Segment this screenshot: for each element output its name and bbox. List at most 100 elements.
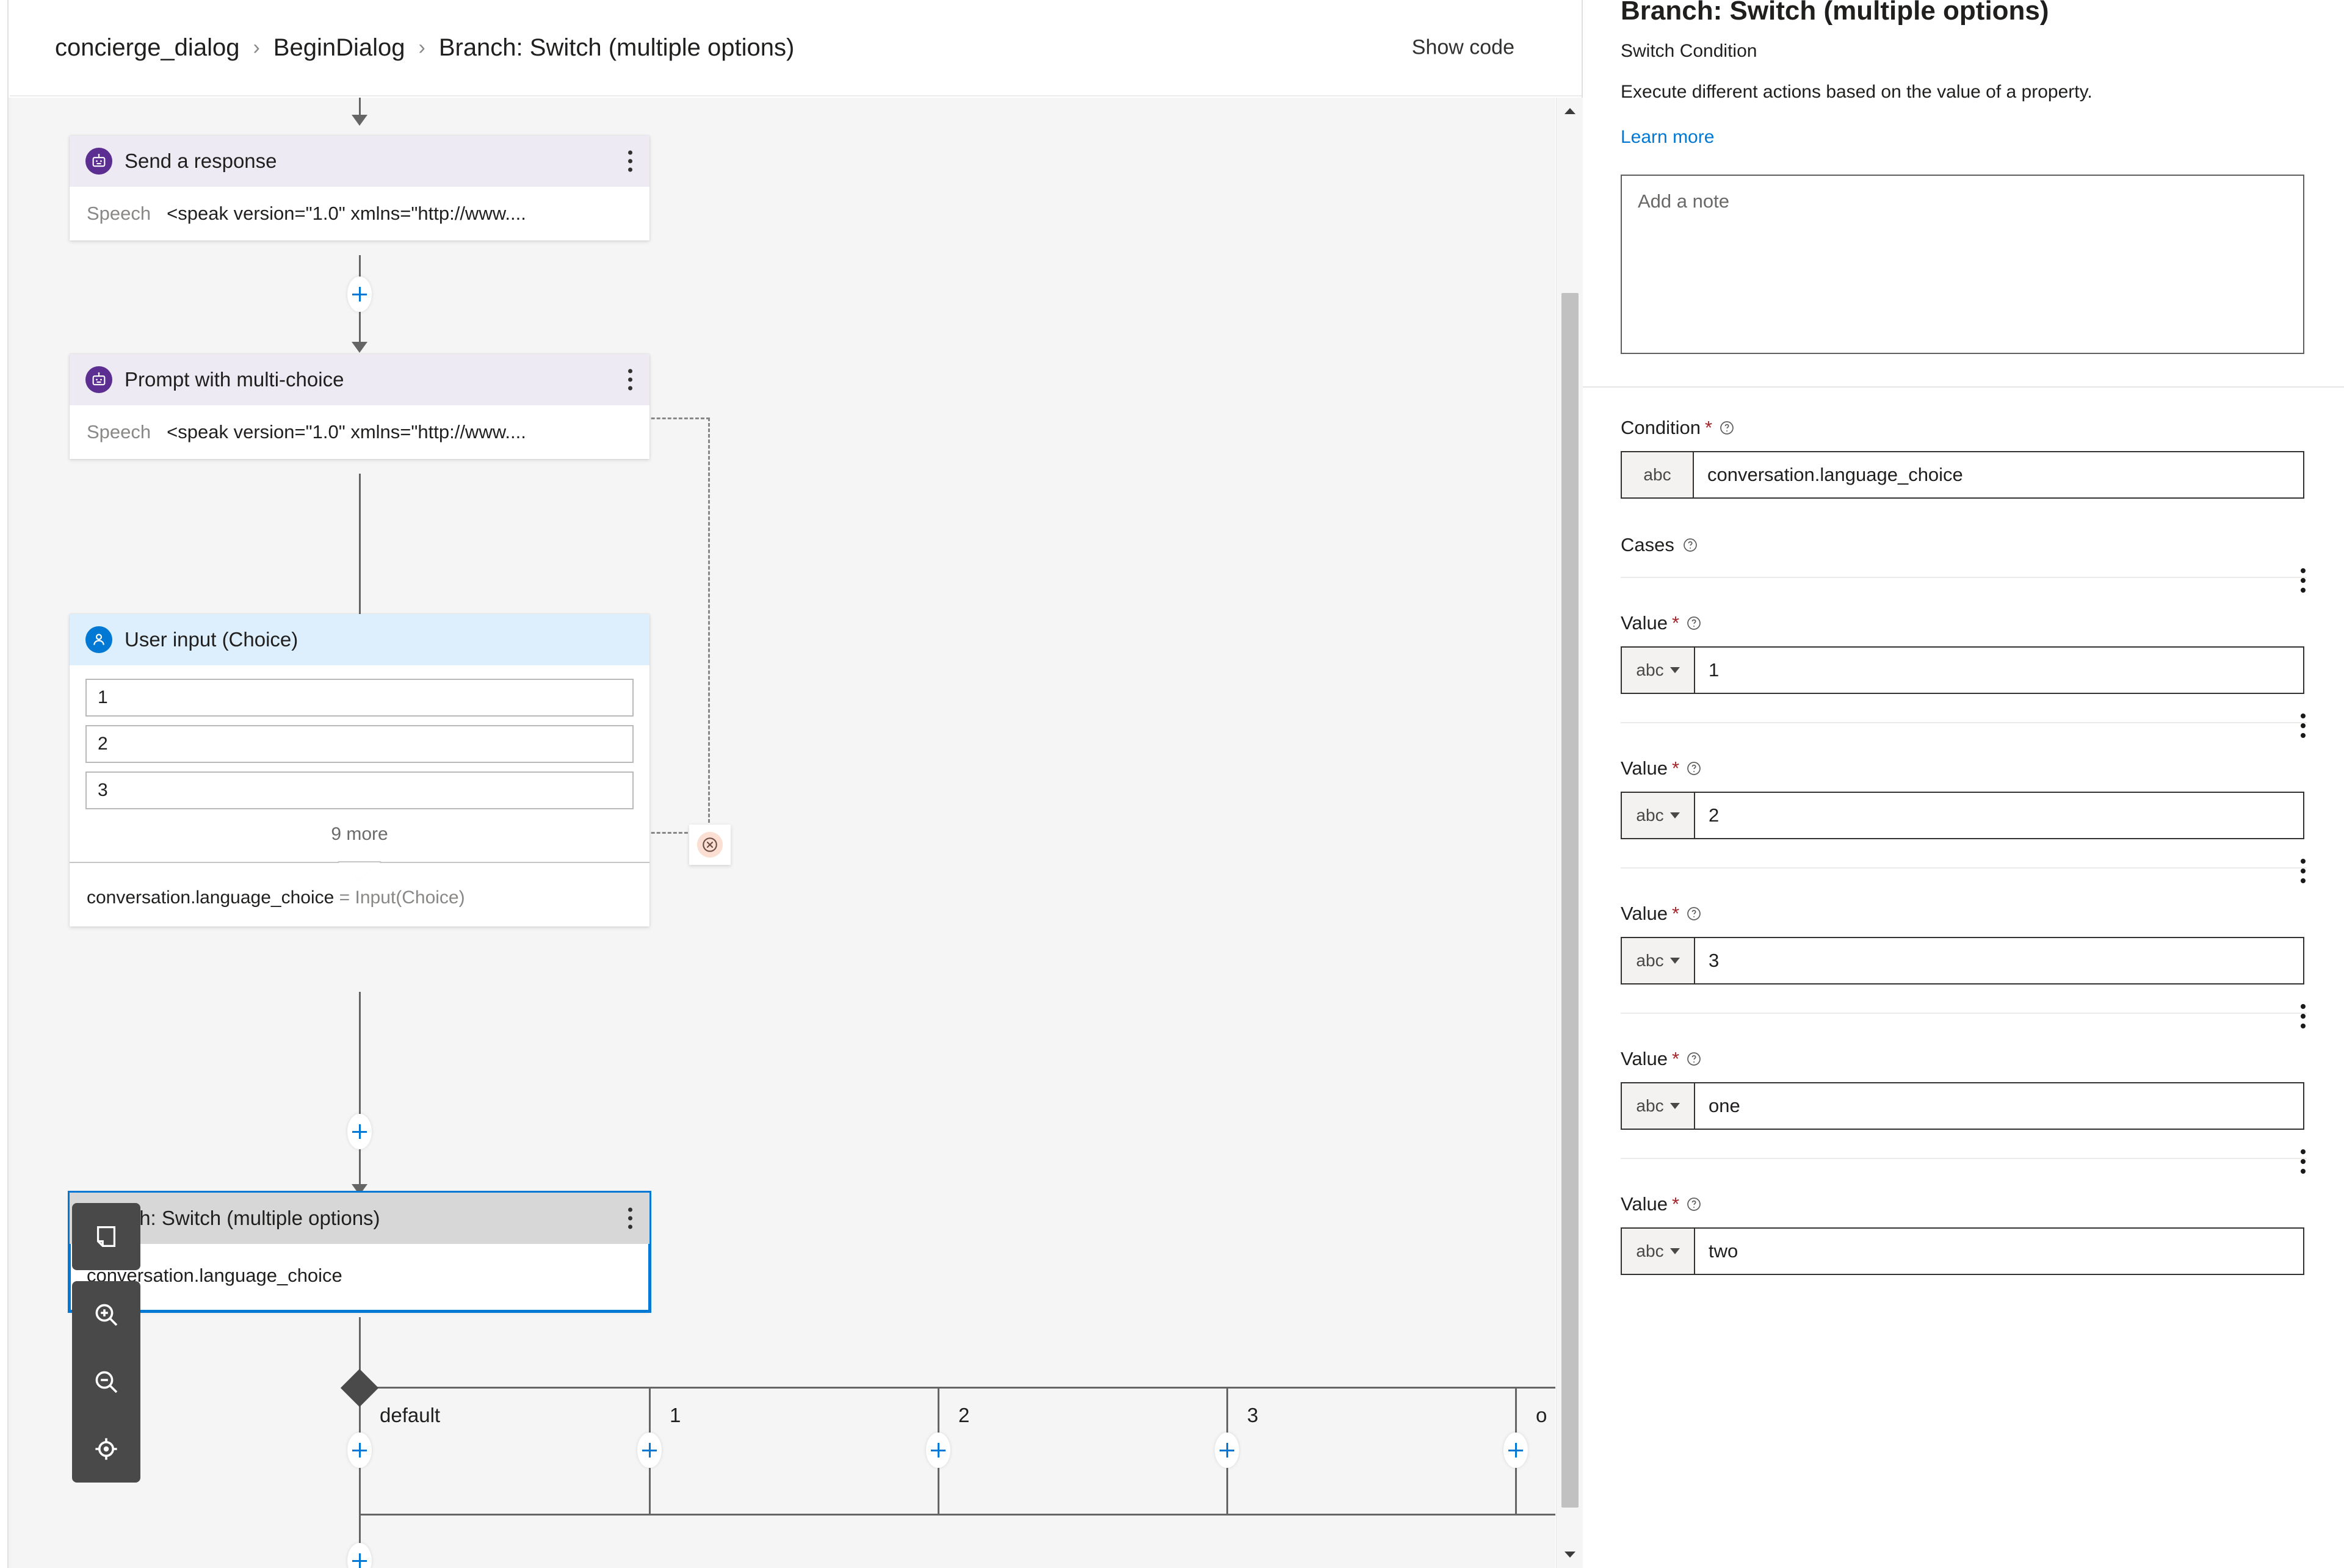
case-type-dropdown[interactable]: abc: [1622, 1228, 1695, 1274]
add-action-button[interactable]: [347, 276, 372, 312]
required-indicator: *: [1672, 1193, 1680, 1215]
help-icon[interactable]: [1686, 615, 1702, 631]
card-body-label: Speech: [87, 421, 151, 443]
learn-more-link[interactable]: Learn more: [1621, 127, 1714, 148]
action-card-branch-switch[interactable]: Branch: Switch (multiple options) conver…: [68, 1191, 651, 1313]
add-action-button-one[interactable]: [1503, 1433, 1528, 1468]
help-icon[interactable]: [1686, 1051, 1702, 1067]
help-icon[interactable]: [1686, 1196, 1702, 1212]
chevron-down-icon: [1669, 667, 1680, 673]
choice-option[interactable]: 3: [85, 771, 634, 809]
card-menu-icon[interactable]: [626, 369, 634, 391]
case-menu-icon[interactable]: [2299, 568, 2307, 593]
case-label: Value: [1621, 757, 1668, 779]
required-indicator: *: [1704, 417, 1713, 439]
add-action-button-3[interactable]: [1215, 1433, 1239, 1468]
case-type-dropdown[interactable]: abc: [1622, 938, 1695, 983]
canvas-toolbar: [72, 1203, 140, 1483]
action-card-prompt-with-multi-choice[interactable]: Prompt with multi-choice Speech <speak v…: [70, 354, 649, 459]
action-card-send-a-response[interactable]: Send a response Speech <speak version="1…: [70, 135, 649, 240]
edge-line: [359, 98, 361, 116]
case-menu-icon[interactable]: [2299, 1003, 2307, 1028]
choice-option[interactable]: 2: [85, 725, 634, 763]
user-input-icon: [85, 626, 112, 653]
help-icon[interactable]: [1719, 420, 1735, 436]
panel-divider: [1583, 386, 2344, 388]
fit-to-screen-icon: [96, 1226, 116, 1247]
case-label-row: Value *: [1621, 757, 2306, 779]
branch-label-1: 1: [670, 1404, 681, 1426]
scrollbar-thumb[interactable]: [1561, 293, 1579, 1508]
show-code-button[interactable]: Show code: [1412, 36, 1514, 60]
case-label: Value: [1621, 1193, 1668, 1215]
canvas-vertical-scrollbar[interactable]: [1556, 98, 1583, 1568]
edge-line: [359, 992, 361, 1196]
add-action-button[interactable]: [347, 1114, 372, 1149]
case-value-input[interactable]: [1695, 647, 2303, 693]
zoom-out-button[interactable]: [72, 1348, 140, 1415]
case-type-label: abc: [1636, 950, 1664, 970]
case-type-dropdown[interactable]: abc: [1622, 647, 1695, 693]
case-value-input[interactable]: [1695, 1228, 2303, 1274]
loop-indicator-badge[interactable]: [689, 825, 731, 865]
card-header: Branch: Switch (multiple options): [70, 1193, 649, 1244]
case-value-input[interactable]: [1695, 1083, 2303, 1129]
card-title: Prompt with multi-choice: [125, 368, 344, 391]
condition-field-group: Condition * abc: [1621, 417, 2306, 499]
panel-subtitle: Switch Condition: [1621, 40, 1757, 61]
reset-view-button[interactable]: [72, 1415, 140, 1483]
canvas-toolbar-group-zoom: [72, 1281, 140, 1483]
card-body: conversation.language_choice: [70, 1244, 649, 1311]
case-menu-icon[interactable]: [2299, 1149, 2307, 1174]
chevron-down-icon: [1669, 1102, 1680, 1109]
add-action-button-1[interactable]: [637, 1433, 662, 1468]
condition-type-indicator: abc: [1622, 452, 1694, 497]
add-action-button-2[interactable]: [926, 1433, 950, 1468]
card-menu-icon[interactable]: [626, 150, 634, 172]
case-label: Value: [1621, 612, 1668, 634]
breadcrumb-item-action[interactable]: Branch: Switch (multiple options): [439, 34, 794, 62]
card-menu-icon[interactable]: [626, 1207, 634, 1229]
card-header: Prompt with multi-choice: [70, 354, 649, 405]
case-menu-icon[interactable]: [2299, 858, 2307, 883]
case-type-dropdown[interactable]: abc: [1622, 792, 1695, 838]
left-rail: [0, 0, 9, 1568]
card-header: Send a response: [70, 135, 649, 187]
condition-input[interactable]: [1694, 452, 2303, 497]
case-label-row: Value *: [1621, 1193, 2306, 1215]
note-textarea[interactable]: [1621, 174, 2304, 354]
panel-title: Branch: Switch (multiple options): [1621, 0, 2049, 26]
card-body-label: Speech: [87, 203, 151, 224]
fit-to-screen-button[interactable]: [72, 1203, 140, 1270]
case-input-wrapper: abc: [1621, 936, 2304, 985]
scroll-up-arrow-icon[interactable]: [1557, 98, 1583, 125]
case-type-dropdown[interactable]: abc: [1622, 1083, 1695, 1129]
help-icon[interactable]: [1686, 761, 1702, 776]
help-icon[interactable]: [1682, 537, 1698, 553]
scroll-down-arrow-icon[interactable]: [1557, 1541, 1583, 1568]
zoom-in-button[interactable]: [72, 1281, 140, 1348]
case-value-input[interactable]: [1695, 792, 2303, 838]
case-menu-icon[interactable]: [2299, 713, 2307, 738]
choice-option[interactable]: 1: [85, 679, 634, 717]
required-indicator: *: [1672, 612, 1680, 634]
loop-error-icon: [696, 831, 723, 858]
case-label: Value: [1621, 902, 1668, 924]
breadcrumb-item-dialog[interactable]: concierge_dialog: [55, 34, 239, 62]
breadcrumb: concierge_dialog › BeginDialog › Branch:…: [55, 34, 794, 62]
breadcrumb-item-trigger[interactable]: BeginDialog: [273, 34, 405, 62]
case-value-input[interactable]: [1695, 938, 2303, 983]
designer-header: concierge_dialog › BeginDialog › Branch:…: [10, 0, 1583, 96]
add-action-button[interactable]: [347, 1543, 372, 1568]
flow-canvas[interactable]: Send a response Speech <speak version="1…: [11, 98, 1555, 1568]
case-row: Value * abc: [1621, 1149, 2306, 1275]
action-card-user-input-choice[interactable]: User input (Choice) 1 2 3 9 more convers…: [70, 614, 649, 927]
branch-label-one: o: [1536, 1404, 1547, 1426]
zoom-in-icon: [95, 1304, 118, 1326]
add-action-button-default[interactable]: [347, 1433, 372, 1468]
help-icon[interactable]: [1686, 906, 1702, 922]
choice-more-label[interactable]: 9 more: [85, 818, 634, 858]
branch-label-default: default: [380, 1404, 441, 1426]
property-editor-panel: Branch: Switch (multiple options) Switch…: [1583, 0, 2344, 1568]
assignment-operator: =: [334, 887, 355, 908]
